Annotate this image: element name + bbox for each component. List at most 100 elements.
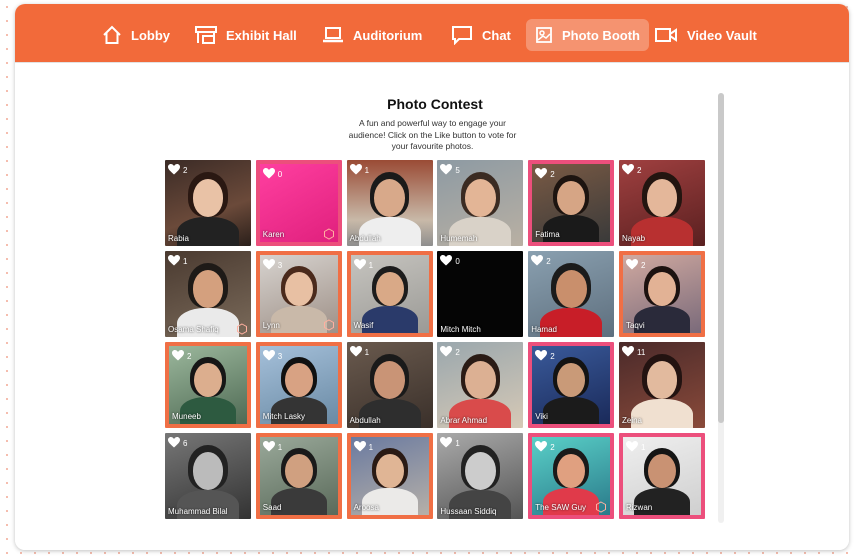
photo-card[interactable]: 11 Zeina <box>618 342 705 428</box>
heart-icon[interactable] <box>353 259 369 272</box>
photo-card[interactable]: 6 Muhammad Bilal <box>165 433 251 519</box>
like-button[interactable]: 2 <box>172 350 191 363</box>
nav-photo-booth[interactable]: Photo Booth <box>526 19 649 51</box>
like-button[interactable]: 3 <box>262 350 282 363</box>
photo-owner-name: Muhammad Bilal <box>168 507 228 516</box>
heart-icon[interactable] <box>440 164 455 177</box>
heart-icon[interactable] <box>262 259 278 272</box>
like-button[interactable]: 0 <box>262 168 282 181</box>
photo-card[interactable]: 2 The SAW Guy <box>528 433 615 519</box>
nav-video-vault[interactable]: Video Vault <box>654 19 757 51</box>
nav-auditorium[interactable]: Auditorium <box>322 19 422 51</box>
like-button[interactable]: 2 <box>531 255 551 268</box>
person-face <box>375 454 404 489</box>
person-face <box>192 178 224 217</box>
like-button[interactable]: 1 <box>349 164 369 177</box>
photo-card[interactable]: 3 Lynn <box>255 251 342 337</box>
photo-card[interactable]: 1 Wasif <box>346 251 433 337</box>
like-button[interactable]: 1 <box>440 437 460 450</box>
photo-card[interactable]: 1 Saad <box>255 433 342 519</box>
heart-icon[interactable] <box>535 350 550 363</box>
nav-auditorium-label: Auditorium <box>353 27 423 43</box>
like-button[interactable]: 3 <box>262 259 282 272</box>
photo-card[interactable]: 1 Abdullah <box>346 342 433 428</box>
like-button[interactable]: 2 <box>625 259 646 272</box>
heart-icon[interactable] <box>172 350 187 363</box>
nav-chat[interactable]: Chat <box>451 19 511 51</box>
like-button[interactable]: 1 <box>625 441 645 454</box>
like-button[interactable]: 6 <box>168 437 187 450</box>
like-button[interactable]: 0 <box>440 255 460 268</box>
person-face <box>464 360 496 399</box>
like-count: 2 <box>187 352 192 361</box>
like-button[interactable]: 2 <box>535 168 555 181</box>
like-count: 2 <box>640 261 646 270</box>
photo-card[interactable]: 3 Mitch Lasky <box>255 342 342 428</box>
heart-icon[interactable] <box>262 168 278 181</box>
like-button[interactable]: 1 <box>353 259 373 272</box>
photo-card[interactable]: 2 Muneeb <box>165 342 251 428</box>
heart-icon[interactable] <box>621 164 637 177</box>
heart-icon[interactable] <box>531 255 546 268</box>
photo-card[interactable]: 2 Nayab <box>618 160 705 246</box>
photo-card[interactable]: 2 Viki <box>528 342 615 428</box>
photo-card[interactable]: 5 Humemah <box>437 160 524 246</box>
like-button[interactable]: 2 <box>440 346 460 359</box>
person-face <box>374 360 406 399</box>
photo-owner-name: Viki <box>535 412 548 421</box>
heart-icon[interactable] <box>621 346 637 359</box>
page-subtitle: A fun and powerful way to engage your au… <box>348 118 517 151</box>
photo-card[interactable]: 2 Hamad <box>528 251 615 337</box>
photo-owner-name: Rizwan <box>625 503 653 512</box>
photo-card[interactable]: 2 Abrar Ahmad <box>437 342 524 428</box>
like-button[interactable]: 2 <box>621 164 641 177</box>
heart-icon[interactable] <box>168 255 183 268</box>
like-count: 2 <box>550 352 555 361</box>
like-button[interactable]: 1 <box>349 346 370 359</box>
nav-video-vault-label: Video Vault <box>687 27 757 43</box>
photo-card[interactable]: 2 Fatima <box>528 160 615 246</box>
photo-card[interactable]: 0 Karen <box>255 160 342 246</box>
heart-icon[interactable] <box>262 350 278 363</box>
heart-icon[interactable] <box>168 437 183 450</box>
photo-owner-name: Mitch Lasky <box>262 412 306 421</box>
photo-card[interactable]: 1 Aroosa <box>346 433 433 519</box>
heart-icon[interactable] <box>625 441 641 454</box>
like-button[interactable]: 1 <box>353 441 373 454</box>
scrollbar-thumb[interactable] <box>718 93 724 423</box>
like-button[interactable]: 1 <box>168 255 187 268</box>
photo-card[interactable]: 0 Mitch Mitch <box>437 251 524 337</box>
nav-exhibit-hall[interactable]: Exhibit Hall <box>195 19 297 51</box>
photo-card[interactable]: 1 Hussaan Siddiq <box>437 433 524 519</box>
like-button[interactable]: 5 <box>440 164 460 177</box>
heart-icon[interactable] <box>440 346 455 359</box>
booth-icon <box>195 26 217 44</box>
photo-card[interactable]: 1 Osama Shafiq <box>165 251 251 337</box>
scrollbar[interactable] <box>718 93 724 523</box>
like-button[interactable]: 2 <box>168 164 187 177</box>
photo-card[interactable]: 1 Abdullah <box>346 160 433 246</box>
like-button[interactable]: 2 <box>535 441 555 454</box>
like-button[interactable]: 11 <box>621 346 645 359</box>
like-button[interactable]: 1 <box>262 441 282 454</box>
nav-photo-booth-label: Photo Booth <box>562 27 640 43</box>
like-button[interactable]: 2 <box>535 350 555 363</box>
heart-icon[interactable] <box>262 441 278 454</box>
photo-owner-name: Fatima <box>535 230 560 239</box>
heart-icon[interactable] <box>535 168 550 181</box>
heart-icon[interactable] <box>440 437 455 450</box>
photo-card[interactable]: 2 Taqvi <box>618 251 705 337</box>
like-count: 1 <box>364 348 370 357</box>
heart-icon[interactable] <box>349 346 365 359</box>
heart-icon[interactable] <box>168 164 183 177</box>
photo-card[interactable]: 2 Rabia <box>165 160 251 246</box>
person-face <box>284 272 313 307</box>
heart-icon[interactable] <box>625 259 641 272</box>
heart-icon[interactable] <box>440 255 455 268</box>
photo-owner-name: Lynn <box>262 321 280 330</box>
heart-icon[interactable] <box>349 164 365 177</box>
photo-card[interactable]: 1 Rizwan <box>618 433 705 519</box>
nav-lobby[interactable]: Lobby <box>102 19 170 51</box>
heart-icon[interactable] <box>353 441 369 454</box>
heart-icon[interactable] <box>535 441 550 454</box>
